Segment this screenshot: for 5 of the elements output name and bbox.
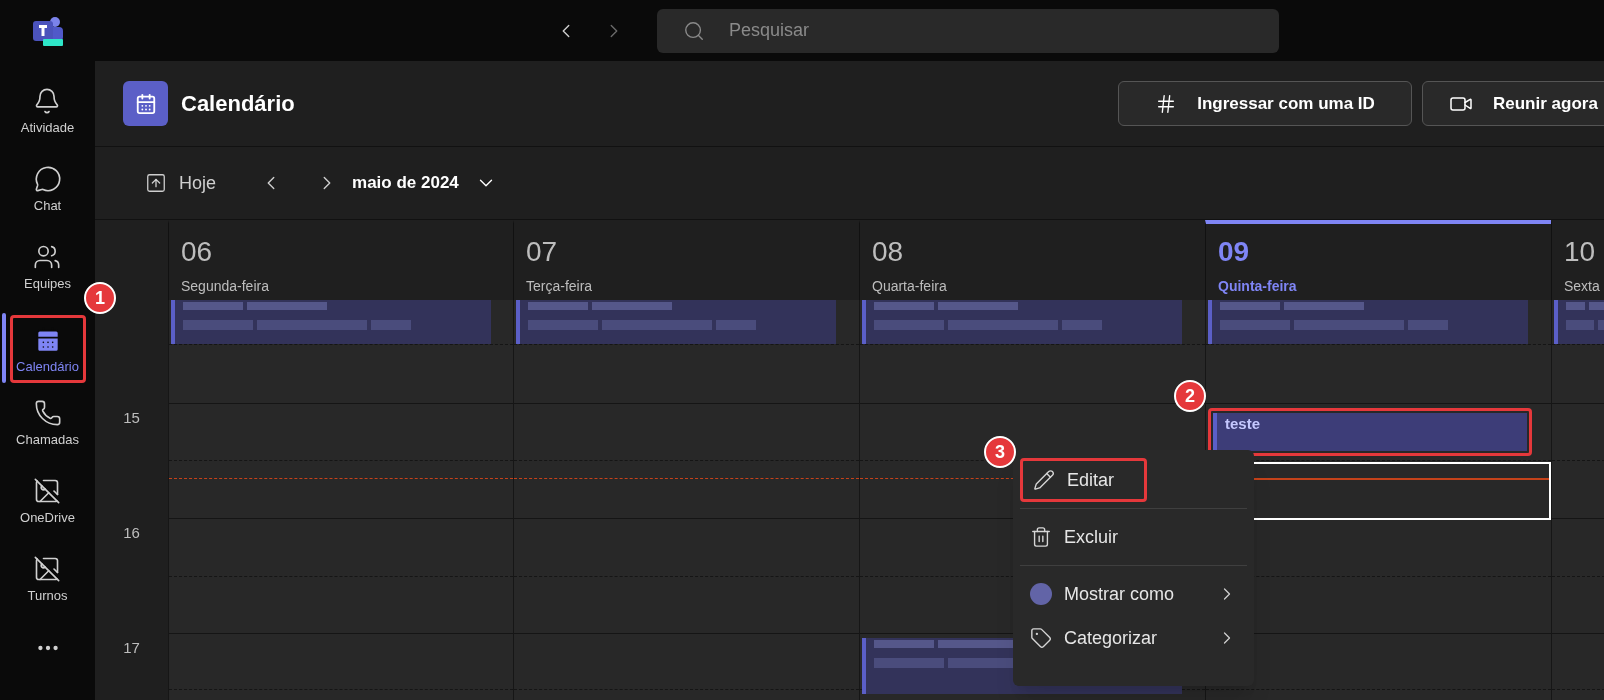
- page-title: Calendário: [181, 90, 295, 118]
- hour-label: 17: [123, 640, 140, 658]
- hour-label: 16: [123, 525, 140, 543]
- step-badge: 1: [84, 282, 116, 314]
- hour-label: 15: [123, 410, 140, 428]
